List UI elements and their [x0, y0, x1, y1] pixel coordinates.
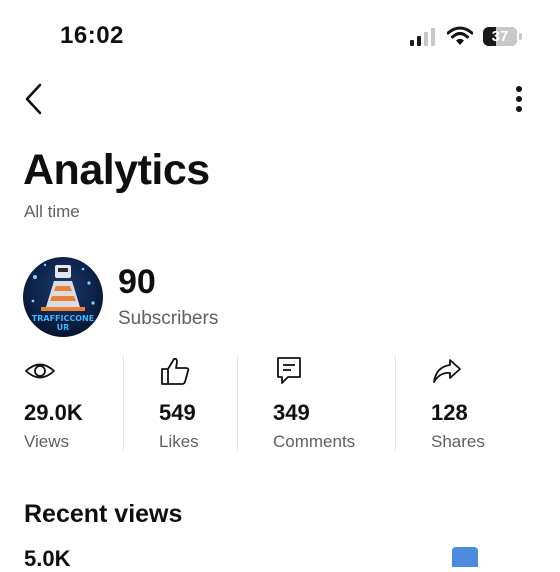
- shares-value: 128: [431, 400, 468, 425]
- subscriber-count: 90: [118, 263, 156, 301]
- subscriber-label: Subscribers: [118, 308, 219, 329]
- views-value: 29.0K: [24, 400, 83, 425]
- shares-label: Shares: [431, 432, 485, 451]
- likes-value: 549: [159, 400, 196, 425]
- recent-views-value: 5.0K: [24, 546, 71, 571]
- stat-divider: [123, 355, 124, 451]
- likes-label: Likes: [159, 432, 199, 451]
- time-range-label: All time: [24, 202, 80, 221]
- stat-divider: [237, 355, 238, 451]
- back-arrow-icon[interactable]: [20, 82, 50, 116]
- comments-value: 349: [273, 400, 310, 425]
- views-label: Views: [24, 432, 70, 451]
- wifi-icon: [447, 26, 473, 45]
- page-title: Analytics: [23, 146, 210, 194]
- svg-text:UR: UR: [57, 323, 70, 332]
- channel-avatar[interactable]: TRAFFICCONE UR: [23, 257, 103, 337]
- comment-icon: [277, 357, 301, 384]
- more-options-icon[interactable]: [507, 84, 531, 116]
- avatar-logo-text: TRAFFICCONE: [32, 314, 94, 323]
- comments-label: Comments: [273, 432, 356, 451]
- battery-indicator: 37: [483, 27, 517, 46]
- cellular-signal-icon: [410, 28, 438, 46]
- stat-divider: [395, 355, 396, 451]
- battery-tip: [519, 33, 522, 40]
- eye-icon: [25, 363, 55, 379]
- status-time: 16:02: [60, 22, 124, 49]
- battery-level-text: 37: [491, 28, 509, 45]
- share-icon: [433, 359, 461, 383]
- thumbs-up-icon: [161, 357, 190, 385]
- recent-views-bar: [452, 547, 478, 567]
- recent-views-title: Recent views: [24, 500, 183, 528]
